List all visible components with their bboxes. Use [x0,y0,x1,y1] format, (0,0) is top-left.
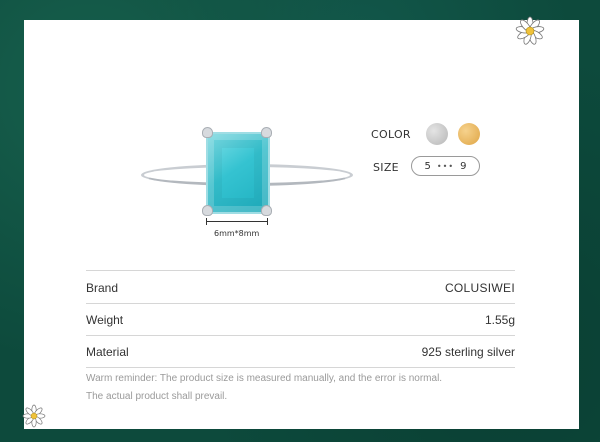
spec-value: 1.55g [484,312,515,327]
size-min: 5 [424,160,431,172]
product-info-card: 6mm*8mm COLOR SIZE 5 ••• 9 Brand COLUSIW… [24,16,579,429]
spec-row-brand: Brand COLUSIWEI [86,272,515,303]
size-max: 9 [460,160,467,172]
spec-value: COLUSIWEI [444,280,515,295]
ring-prong [202,205,213,216]
daisy-icon [22,404,46,428]
dimension-line [206,218,268,225]
table-divider [86,270,515,271]
size-selector[interactable]: 5 ••• 9 [411,156,480,176]
reminder-line-1: Warm reminder: The product size is measu… [86,373,443,384]
ring-product-image: 6mm*8mm [116,106,353,246]
ring-prong [261,127,272,138]
ring-prong [261,205,272,216]
size-separator: ••• [436,161,455,171]
dimension-label: 6mm*8mm [214,229,260,238]
spec-row-material: Material 925 sterling silver [86,336,515,367]
spec-label: Material [86,344,129,359]
spec-row-weight: Weight 1.55g [86,304,515,335]
color-swatch-silver[interactable] [426,123,448,145]
ring-prong [202,127,213,138]
color-swatch-gold[interactable] [458,123,480,145]
daisy-icon [515,16,545,45]
color-label: COLOR [371,128,411,141]
ring-gemstone [206,132,270,214]
spec-label: Brand [86,280,119,295]
reminder-line-2: The actual product shall prevail. [86,391,228,402]
spec-value: 925 sterling silver [421,344,515,359]
size-label: SIZE [373,161,399,174]
spec-label: Weight [86,312,124,327]
table-divider [86,367,515,368]
